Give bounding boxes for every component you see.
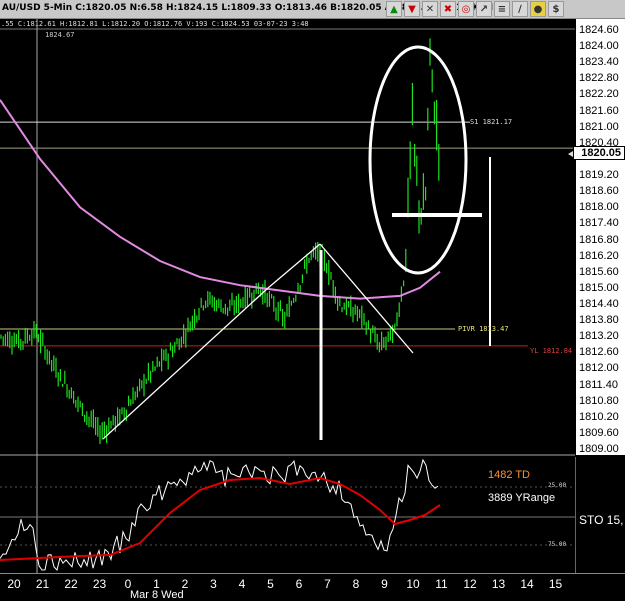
price-axis-label: 1812.00 xyxy=(579,362,619,375)
time-axis-label: 7 xyxy=(324,577,331,591)
stochastic-slow-line xyxy=(0,476,441,561)
price-axis-label: 1817.40 xyxy=(579,217,619,230)
time-axis-label: 11 xyxy=(435,577,448,591)
time-axis-label: 12 xyxy=(463,577,477,591)
price-axis-label: 1809.60 xyxy=(579,426,619,439)
time-axis-label: 21 xyxy=(35,577,50,591)
price-axis-label: 1821.60 xyxy=(579,104,619,117)
time-axis-label: 6 xyxy=(295,577,303,591)
time-axis-label: 22 xyxy=(64,577,78,591)
time-axis-label: 4 xyxy=(238,577,246,591)
indicator-axis: STO 15, xyxy=(575,457,625,573)
yl-label: YL 1812.84 xyxy=(530,347,573,355)
price-axis-label: 1814.40 xyxy=(579,297,619,310)
time-axis[interactable]: Mar 8 Wed 20 21 22 23 0 1 2 3 4 5 6 7 8 9 10 11 12 13 14 15 xyxy=(0,573,625,601)
highlight-ellipse xyxy=(368,45,468,275)
time-axis-label: 15 xyxy=(548,577,563,591)
price-axis-label: 1822.20 xyxy=(579,88,619,101)
trendline-up xyxy=(102,287,269,440)
price-axis-label: 1819.20 xyxy=(579,169,619,182)
price-axis-label: 1822.80 xyxy=(579,72,619,85)
time-axis-label: 23 xyxy=(92,577,107,591)
pivot-label: PIVR 1813.47 xyxy=(458,325,509,333)
time-axis-label: 2 xyxy=(181,577,189,591)
current-price-label: 1820.05 xyxy=(573,146,625,160)
price-axis-label: 1810.20 xyxy=(579,410,619,423)
price-axis-label: 1821.00 xyxy=(579,120,619,133)
sto-label: STO 15, xyxy=(579,513,624,527)
price-axis-label: 1811.40 xyxy=(579,378,618,391)
price-axis-label: 1815.00 xyxy=(579,281,619,294)
time-axis-label: 10 xyxy=(406,577,420,591)
price-axis[interactable]: 1824.60 1824.00 1823.40 1822.80 1822.20 1821.… xyxy=(575,19,625,455)
level-75-label: 75.00 xyxy=(548,541,567,548)
price-axis-label: 1824.60 xyxy=(579,24,619,36)
price-axis-label: 1815.60 xyxy=(579,265,619,278)
price-chart[interactable] xyxy=(0,0,625,598)
time-axis-label: 8 xyxy=(352,577,360,591)
price-axis-label: 1818.00 xyxy=(579,201,619,214)
time-axis-label: 0 xyxy=(124,577,132,591)
price-axis-label: 1816.20 xyxy=(579,249,619,262)
drawing-tools xyxy=(102,45,491,440)
candle-series xyxy=(0,38,440,445)
s1-label: S1 1821.17 xyxy=(470,118,513,126)
price-axis-label: 1812.60 xyxy=(579,346,619,359)
level-25-label: 25.00 xyxy=(548,482,567,489)
td-label: 1482 TD xyxy=(488,469,530,481)
chart-grid xyxy=(0,19,575,573)
price-axis-label: 1813.20 xyxy=(579,330,619,343)
price-axis-label: 1816.80 xyxy=(579,233,619,246)
yrange-label: 3889 YRange xyxy=(488,492,556,504)
time-axis-label: 1 xyxy=(153,577,160,591)
trendline-up-2 xyxy=(267,243,321,289)
price-axis-label: 1810.80 xyxy=(579,394,619,407)
stochastic-fast-line xyxy=(0,458,439,572)
time-axis-label: 20 xyxy=(7,577,21,591)
price-axis-label: 1824.00 xyxy=(579,40,619,53)
price-axis-label: 1813.80 xyxy=(579,314,619,327)
price-axis-label: 1809.00 xyxy=(579,443,619,455)
time-axis-label: 3 xyxy=(210,577,217,591)
price-axis-label: 1818.60 xyxy=(579,185,619,198)
time-axis-label: 13 xyxy=(491,577,506,591)
time-axis-label: 5 xyxy=(267,577,274,591)
trendline-down xyxy=(319,243,414,354)
price-axis-label: 1823.40 xyxy=(579,56,619,69)
time-axis-label: 9 xyxy=(381,577,388,591)
time-axis-label: 14 xyxy=(520,577,534,591)
